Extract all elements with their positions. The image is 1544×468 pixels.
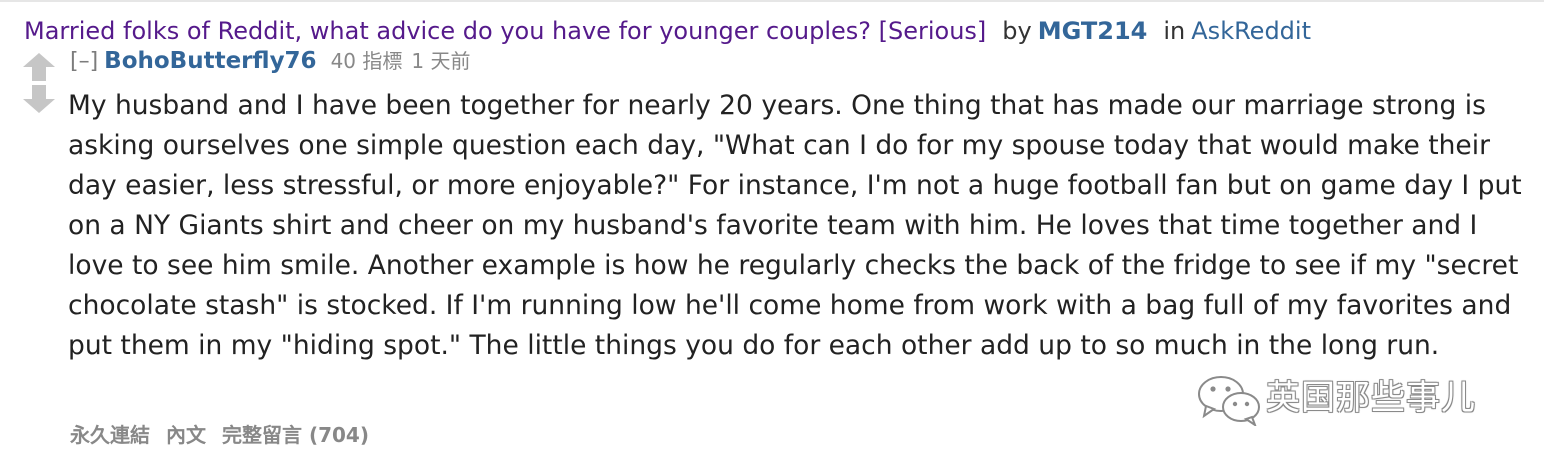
comment-body: My husband and I have been together for … <box>68 86 1534 366</box>
watermark: 英国那些事儿 <box>1196 370 1516 428</box>
top-divider <box>0 0 1544 2</box>
post-author-link[interactable]: MGT214 <box>1038 17 1148 45</box>
post-title-link[interactable]: Married folks of Reddit, what advice do … <box>24 17 986 45</box>
comment-time: 1 天前 <box>411 49 471 73</box>
wechat-icon <box>1196 372 1262 428</box>
post-header: Married folks of Reddit, what advice do … <box>24 14 1534 48</box>
permalink-link[interactable]: 永久連結 <box>70 423 150 447</box>
in-label: in <box>1163 17 1186 45</box>
downvote-arrow-icon[interactable] <box>22 84 56 114</box>
full-comments-link[interactable]: 完整留言 (704) <box>222 423 369 447</box>
comment-author-link[interactable]: BohoButterfly76 <box>104 48 316 74</box>
comment-action-list: 永久連結 內文 完整留言 (704) <box>70 420 385 450</box>
comment-tagline: [–] BohoButterfly76 40 指標 1 天前 <box>70 46 470 77</box>
comment-score: 40 指標 <box>330 49 403 73</box>
upvote-arrow-icon[interactable] <box>22 52 56 82</box>
collapse-toggle[interactable]: [–] <box>70 49 98 74</box>
by-label: by <box>1002 17 1032 45</box>
comment-text: My husband and I have been together for … <box>68 90 1522 361</box>
vote-arrows <box>22 52 56 116</box>
embed-link[interactable]: 內文 <box>166 423 206 447</box>
subreddit-link[interactable]: AskReddit <box>1191 17 1311 45</box>
watermark-text: 英国那些事儿 <box>1266 378 1476 418</box>
